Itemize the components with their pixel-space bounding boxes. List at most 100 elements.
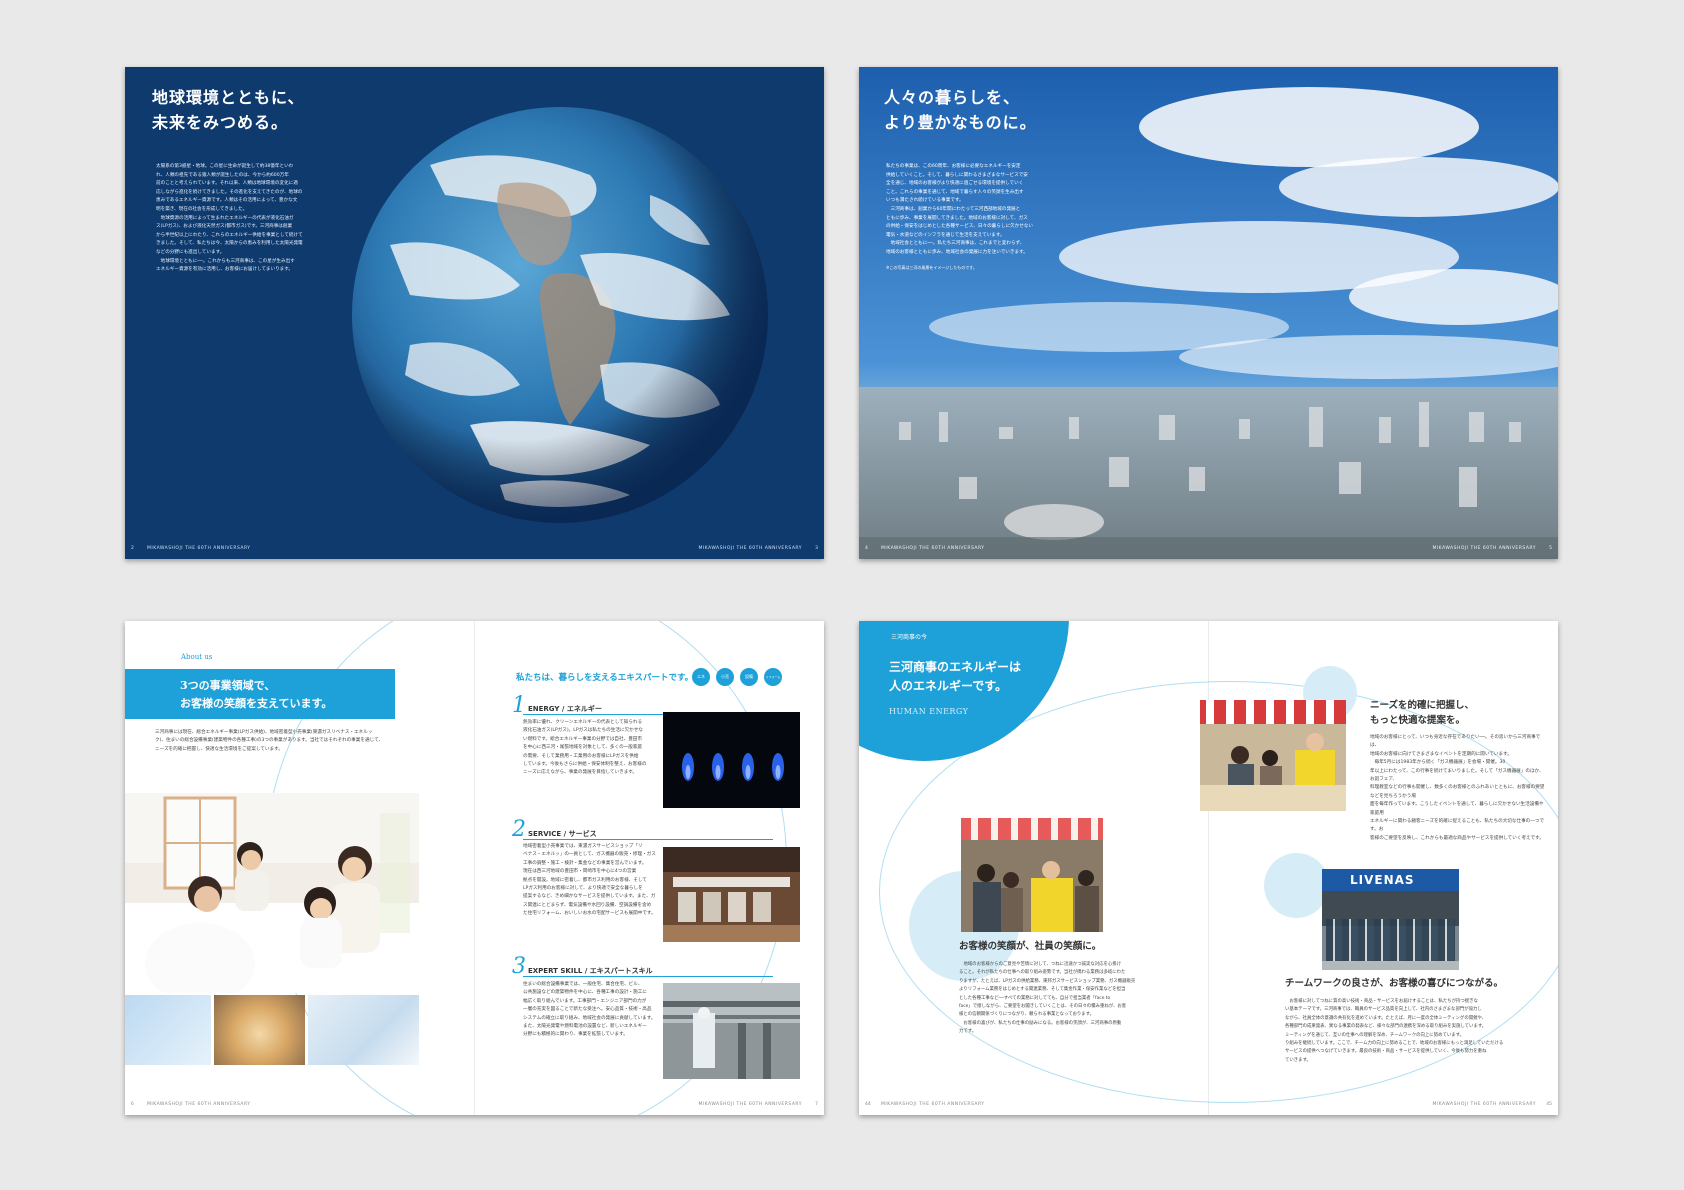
text-line: 私たちの事業は、この60周年、お客様に必要なエネルギーを安定: [886, 164, 1021, 169]
text-line: ス(LPガス)、および液化天然ガス(都市ガス)です。三河商事は創業: [156, 224, 293, 230]
footer-left: MIKAWASHOJI THE 60TH ANNIVERSARY: [147, 1102, 251, 1107]
ground: [1322, 961, 1459, 970]
text-line: などの分野にも進出しています。: [156, 249, 225, 255]
text-line: きました。そして、私たちは今、太陽からの恵みを利用した太陽光発電: [156, 241, 303, 247]
text-line: いつも満たされ続けている事業です。: [886, 198, 964, 204]
text-line: エネルギー資源を有効に活用し、お客様にお届けしてまいります。: [156, 267, 293, 273]
teamwork-body: お客様に対してつねに質の高い技術・商品・サービスをお届けすることは、私たちが持つ…: [1285, 998, 1525, 1065]
smile-body: 地域のお客様からのご意見や苦情に対して、つねに迅速かつ誠実な対応を心掛け ること…: [959, 961, 1194, 1037]
text-line: 三河商事は、創業から60年間にわたって三河西部地域の発展と: [886, 206, 1021, 212]
page-number-left: 2: [131, 546, 134, 551]
text-line: エネルギーに関わる顧客ニーズを的確に捉えることも、私たちの大切な仕事の一つです。…: [1370, 819, 1545, 833]
bubble-reform: リフォーム: [764, 668, 782, 686]
caption-needs: ニーズを的確に把握し、 もっと快適な提案を。: [1370, 698, 1474, 728]
bg-circle: [1264, 853, 1329, 918]
section-title-service: SERVICE / サービス: [528, 830, 597, 838]
human-heading-line2: 人のエネルギーです。: [889, 679, 1008, 693]
text-line: の供給・保安をはじめとした各種サービス、日々の暮らしに欠かせない: [886, 224, 1034, 230]
text-line: 地域のお客様とともに歩み、地域社会の発展に力を注いでいきます。: [886, 249, 1028, 255]
text-line: ること。それが私たちの仕事への取り組み姿勢です。当社が携わる業務は多岐にわた: [959, 970, 1126, 976]
earth-body: 太陽系の第3惑星・地球。この星に生命が誕生して約38億年といわ れ、人類の祖先で…: [156, 163, 306, 275]
text-line: サービスの提供へつなげていきます。最良の技術・商品・サービスを提供していく、今後…: [1285, 1049, 1487, 1055]
bubble-energy: エネ: [692, 668, 710, 686]
text-line: れ、人類の祖先である猿人類が誕生したのは、今から約600万年: [156, 172, 289, 178]
text-line: 地球資源の活用によって生まれたエネルギーの代表が液化石油ガ: [156, 215, 294, 221]
text-line: 地球環境とともに──。これからも三河商事は、この星が生み出す: [156, 258, 295, 264]
page-number-right: 3: [815, 546, 818, 551]
text-line: 客様のご要望を反映し、これからも最適な商品やサービスを提供していく考えです。: [1370, 835, 1544, 841]
text-line: ながら、社員全体の意識の共有化を進めています。たとえば、月に一度の全体ミーティン…: [1285, 1015, 1487, 1021]
text-line: face」で接しながら、ご要望をお聞きしていくことは、その日々の積み重ねが、お客: [959, 1004, 1127, 1010]
text-line: 各種部門の成果発表、異なる事業の発表など、様々な部門の連携を深める取り組みを実施…: [1285, 1024, 1487, 1030]
earth-heading: 地球環境とともに、 未来をみつめる。: [152, 85, 305, 135]
page-number-right: 45: [1546, 1102, 1552, 1107]
page-number-left: 6: [131, 1102, 134, 1107]
section-title-expert: EXPERT SKILL / エキスパートスキル: [528, 967, 653, 975]
spread-city: 人々の暮らしを、 より豊かなものに。 私たちの事業は、この60周年、お客様に必要…: [859, 67, 1558, 559]
team-group: [1326, 919, 1455, 964]
caption-teamwork: チームワークの良さが、お客様の喜びにつながる。: [1285, 978, 1504, 989]
footer-right: MIKAWASHOJI THE 60TH ANNIVERSARY: [698, 1102, 802, 1107]
earth-heading-line1: 地球環境とともに、: [152, 88, 305, 107]
crowd-photo: [961, 818, 1103, 932]
text-line: 前のことと考えられています。それ以来、人類は地球環境の変化に適: [156, 181, 298, 187]
store-sign-text: LIVENAS: [1350, 873, 1415, 887]
text-line: ニーズを的確に把握し、快適な生活環境をご提案しています。: [155, 746, 283, 752]
section-divider: [523, 839, 773, 840]
caption-needs-line2: もっと快適な提案を。: [1370, 715, 1466, 726]
text-line: とした各種工事など──すべての業務に対してても、自分で担当業者「face to: [959, 995, 1111, 1001]
page-number-left: 4: [865, 546, 868, 551]
page-number-left: 44: [865, 1102, 871, 1107]
text-line: 供給していくこと。そして、暮らしに関わるさまざまなサービスで安: [886, 172, 1028, 178]
section-divider: [523, 976, 773, 977]
about-heading: 3つの事業領域で、 お客様の笑顔を支えています。: [125, 669, 395, 719]
towel-photo: [308, 995, 419, 1065]
city-heading-line2: より豊かなものに。: [884, 113, 1037, 132]
text-line: り組みを継続しています。ここで、チーム力の向上に努めることで、地域のお客様にもっ…: [1285, 1041, 1504, 1047]
footer-left: MIKAWASHOJI THE 60TH ANNIVERSARY: [881, 546, 985, 551]
about-intro: 三河商事には現在、総合エネルギー事業(LPガス供給)、地域密着型小売事業(東濃ガ…: [155, 729, 455, 754]
text-line: 地域のお客様からのご意見や苦情に対して、つねに迅速かつ誠実な対応を心掛け: [959, 962, 1122, 967]
text-line: 料理教室などの行事も開催し、数多くのお客様とのふれあいとともに、お客様の要望など…: [1370, 785, 1545, 799]
text-line: ク)、住まいの総合設備事業(建築物件の各種工事)の3つの事業があります。当社では…: [155, 738, 384, 744]
expert-heading: 私たちは、暮らしを支えるエキスパートです。: [516, 673, 694, 683]
text-line: 地域社会とともに──。私たち三河商事は、これまでと変わらず、: [886, 241, 1025, 247]
text-line: 恵みであるエネルギー資源です。人類はその活用によって、豊かな文: [156, 198, 298, 204]
construction-photo: [663, 983, 800, 1079]
text-line: 地域のお客様にとって、いつも身近な存在でありたい──。その思いから三河商事では、: [1370, 735, 1541, 749]
family-photo: [125, 793, 419, 993]
team-store-photo: LIVENAS: [1322, 869, 1459, 970]
gas-flame-photo: [663, 712, 800, 808]
photo-note: ※この写真は三河の風景をイメージしたものです。: [886, 264, 977, 270]
human-heading-line1: 三河商事のエネルギーは: [889, 660, 1022, 674]
text-line: 応しながら進化を続けてきました。その進化を支えてきたのが、地球の: [156, 189, 303, 195]
bubble-retail: 小売: [716, 668, 734, 686]
city-heading: 人々の暮らしを、 より豊かなものに。: [884, 85, 1037, 135]
spread-human-energy: 三河商事の今 三河商事のエネルギーは 人のエネルギーです。 HUMAN ENER…: [859, 621, 1558, 1115]
caption-needs-line1: ニーズを的確に把握し、: [1370, 700, 1475, 711]
text-line: 明を築き、現在の社会を形成してきました。: [156, 206, 248, 212]
text-line: 電気・水道などのインフラを通じて生活を支えています。: [886, 232, 1005, 238]
text-line: 年以上にわたって、この行事を続けてまいりました。そして「ガス機器展」のほか、お誕…: [1370, 768, 1544, 783]
text-line: 三河商事には現在、総合エネルギー事業(LPガス供給)、地域密着型小売事業(東濃ガ…: [155, 730, 373, 735]
section-title-energy: ENERGY / エネルギー: [528, 705, 602, 713]
text-line: 面を毎年作っています。こうしたイベントを通して、暮らしに欠かせない生活設備や家庭…: [1370, 802, 1544, 816]
earth-image: [352, 107, 768, 523]
text-line: 太陽系の第3惑星・地球。この星に生命が誕生して約38億年といわ: [156, 164, 294, 169]
caption-smile: お客様の笑顔が、社員の笑顔に。: [959, 941, 1102, 952]
human-subheading: HUMAN ENERGY: [889, 707, 969, 716]
footer-right: MIKAWASHOJI THE 60TH ANNIVERSARY: [1432, 1102, 1536, 1107]
text-line: 毎年5月には1983年から続く「ガス機器展」を会場・開催。30: [1370, 760, 1506, 766]
text-line: ともに歩み、事業を展開してきました。地域のお客様に対して、ガス: [886, 215, 1028, 221]
text-line: 様との信頼関係づくりにつながり、頼られる事業となっております。: [959, 1012, 1094, 1018]
kitchen-showroom-photo: [663, 847, 800, 942]
bubble-facility: 設備: [740, 668, 758, 686]
pillow-photo: [125, 995, 211, 1065]
page-number-right: 5: [1549, 546, 1552, 551]
text-line: 力です。: [959, 1029, 977, 1035]
earth-heading-line2: 未来をみつめる。: [152, 113, 289, 132]
event-photo: [1200, 700, 1346, 811]
text-line: お客様の喜びが、私たちの仕事の励みになる。お客様の笑顔が、三河商事の原動: [959, 1020, 1122, 1026]
text-line: お客様に対してつねに質の高い技術・商品・サービスをお届けすることは、私たちが持つ…: [1285, 999, 1478, 1004]
needs-body: 地域のお客様にとって、いつも身近な存在でありたい──。その思いから三河商事では、…: [1370, 734, 1545, 843]
